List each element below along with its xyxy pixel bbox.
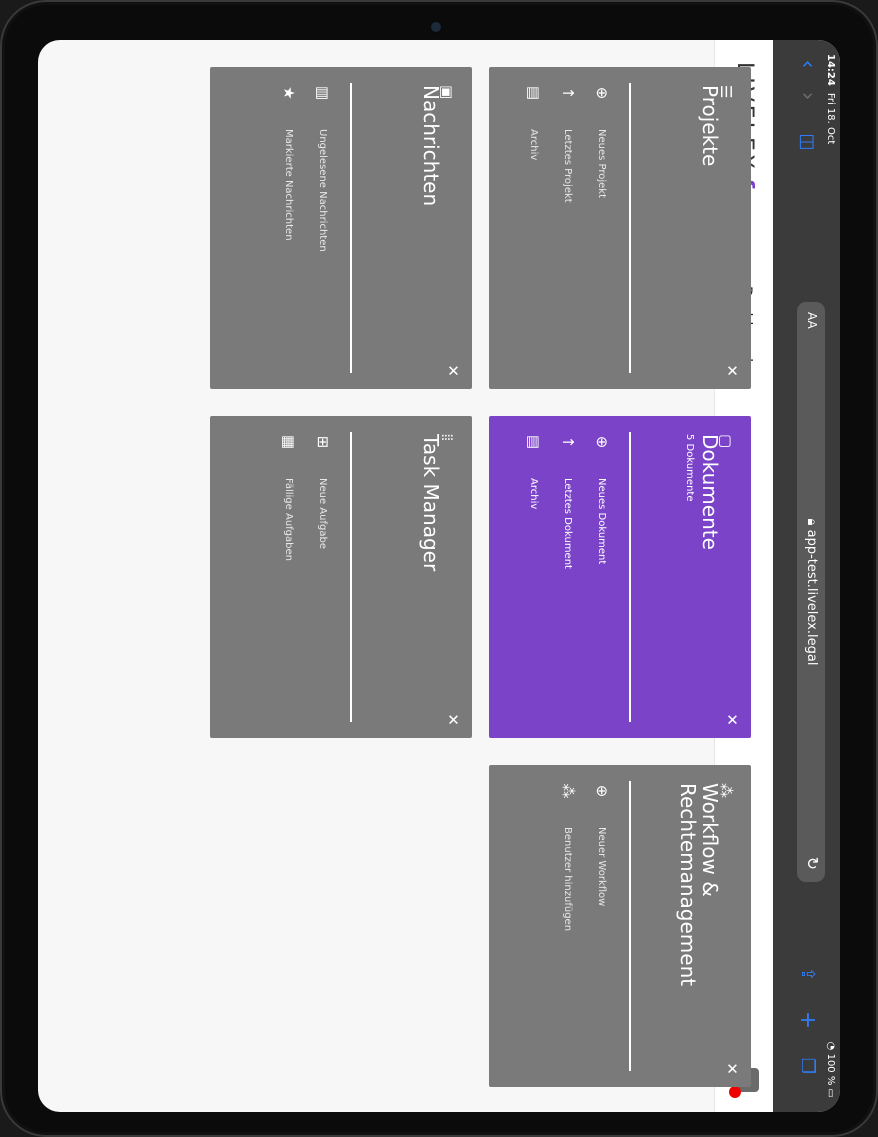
status-battery: ◔ 100 % ▭	[825, 1041, 836, 1098]
add-circle-icon: ⊕	[593, 784, 611, 798]
share-icon[interactable]: ⇪	[792, 960, 822, 988]
card-projekte[interactable]: ☰ Projekte ✕ ⊕ Neues Projekt ↑ Letztes Pro…	[489, 67, 751, 389]
item-ungelesene-nachrichten[interactable]: ▥ Ungelesene Nachrichten	[306, 83, 340, 252]
add-circle-icon: ⊕	[593, 435, 611, 449]
card-workflow[interactable]: ⁂ Workflow & Rechtemanagement ✕ ⊕ Neuer Wo…	[489, 765, 751, 1087]
reload-icon[interactable]: ↻	[803, 857, 822, 870]
divider	[350, 83, 352, 373]
calendar-icon: ▦	[280, 434, 298, 450]
item-letztes-dokument[interactable]: ↑ Letztes Dokument	[551, 432, 585, 569]
plus-icon[interactable]: +	[792, 1006, 822, 1034]
item-archiv[interactable]: ▤ Archiv	[517, 432, 551, 569]
arrow-up-icon: ↑	[559, 435, 577, 449]
card-dokumente[interactable]: ▢ Dokumente 5 Dokumente ✕ ⊕ Neues Dokumen…	[489, 416, 751, 738]
close-icon[interactable]: ✕	[723, 1062, 741, 1075]
item-neue-aufgabe[interactable]: ⊞ Neue Aufgabe	[306, 432, 340, 561]
book-icon[interactable]: ◫	[792, 128, 822, 156]
screen: 14:24 Fri 18. Oct ◔ 100 % ▭ ‹ › ◫ AA 🔒︎ …	[38, 40, 840, 1112]
card-title: Dokumente	[698, 434, 722, 550]
tabs-icon[interactable]: ❐	[792, 1052, 822, 1080]
card-list: ⊕ Neues Dokument ↑ Letztes Dokument ▤ Archi…	[517, 432, 619, 569]
divider	[629, 432, 631, 722]
divider	[629, 781, 631, 1071]
lock-icon: 🔒︎	[804, 518, 819, 526]
archive-icon: ▤	[525, 85, 543, 101]
card-task-manager[interactable]: ⦙⦙ Task Manager ✕ ⊞ Neue Aufgabe ▦ Fällige…	[210, 416, 472, 738]
card-title: Projekte	[698, 85, 722, 167]
close-icon[interactable]: ✕	[444, 713, 462, 726]
chevron-up-icon[interactable]: ‹	[792, 50, 822, 78]
archive-icon: ▤	[525, 434, 543, 450]
item-neues-projekt[interactable]: ⊕ Neues Projekt	[585, 83, 619, 203]
close-icon[interactable]: ✕	[723, 364, 741, 377]
divider	[350, 432, 352, 722]
item-archiv[interactable]: ▤ Archiv	[517, 83, 551, 203]
card-list: ⊕ Neues Projekt ↑ Letztes Projekt ▤ Archiv	[517, 83, 619, 203]
status-time: 14:24 Fri 18. Oct	[825, 54, 836, 145]
star-icon: ★	[280, 86, 298, 100]
card-nachrichten[interactable]: ▣ Nachrichten ✕ ▥ Ungelesene Nachrichten …	[210, 67, 472, 389]
arrow-up-icon: ↑	[559, 86, 577, 100]
address-bar[interactable]: AA 🔒︎ app-test.livelex.legal ↻	[797, 302, 825, 882]
url-text[interactable]: 🔒︎ app-test.livelex.legal	[804, 302, 819, 882]
close-icon[interactable]: ✕	[723, 713, 741, 726]
divider	[629, 83, 631, 373]
card-list: ▥ Ungelesene Nachrichten ★ Markierte Nachr…	[272, 83, 340, 252]
card-list: ⊞ Neue Aufgabe ▦ Fällige Aufgaben	[272, 432, 340, 561]
card-subtitle: 5 Dokumente	[684, 434, 695, 502]
card-title: Task Manager	[419, 434, 443, 572]
card-title: Workflow & Rechtemanagement	[676, 783, 722, 987]
camera	[431, 22, 441, 32]
notification-dot	[729, 1086, 741, 1098]
rotated-viewport: 14:24 Fri 18. Oct ◔ 100 % ▭ ‹ › ◫ AA 🔒︎ …	[38, 40, 840, 1112]
item-neues-dokument[interactable]: ⊕ Neues Dokument	[585, 432, 619, 569]
item-neuer-workflow[interactable]: ⊕ Neuer Workflow	[585, 781, 619, 931]
tablet-device: 14:24 Fri 18. Oct ◔ 100 % ▭ ‹ › ◫ AA 🔒︎ …	[0, 0, 878, 1137]
item-faellige-aufgaben[interactable]: ▦ Fällige Aufgaben	[272, 432, 306, 561]
item-markierte-nachrichten[interactable]: ★ Markierte Nachrichten	[272, 83, 306, 252]
add-task-icon: ⊞	[314, 435, 332, 449]
item-benutzer-hinzufuegen[interactable]: ⁂ Benutzer hinzufügen	[551, 781, 585, 932]
close-icon[interactable]: ✕	[444, 364, 462, 377]
item-letztes-projekt[interactable]: ↑ Letztes Projekt	[551, 83, 585, 203]
card-title: Nachrichten	[419, 85, 443, 207]
inbox-icon: ▥	[314, 85, 332, 101]
browser-toolbar: 14:24 Fri 18. Oct ◔ 100 % ▭ ‹ › ◫ AA 🔒︎ …	[773, 40, 840, 1112]
add-user-icon: ⁂	[559, 783, 577, 799]
card-list: ⊕ Neuer Workflow ⁂ Benutzer hinzufügen	[551, 781, 619, 932]
chevron-down-icon[interactable]: ›	[792, 82, 822, 110]
add-circle-icon: ⊕	[593, 86, 611, 100]
